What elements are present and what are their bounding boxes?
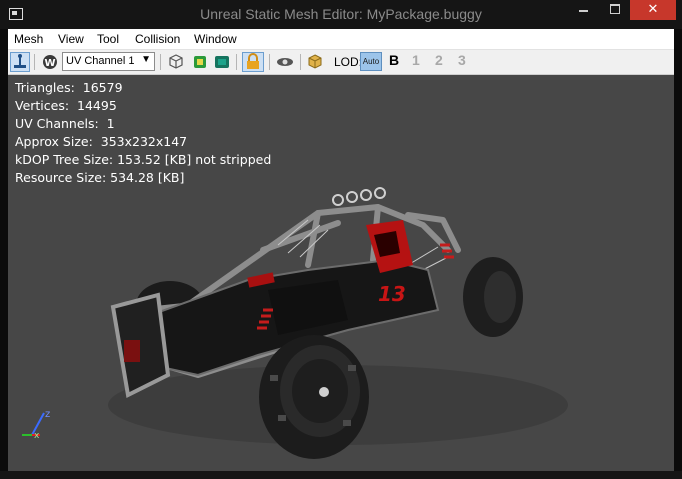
- toolbar-separator: [34, 54, 35, 70]
- stat-kdop-tree: kDOP Tree Size: 153.52 [KB] not stripped: [15, 152, 272, 167]
- toolbar-separator: [269, 54, 270, 70]
- toolbar-separator: [160, 54, 161, 70]
- wireframe-cube-icon[interactable]: [166, 52, 186, 72]
- mesh-stats: Triangles: 16579 Vertices: 14495 UV Chan…: [15, 79, 271, 187]
- number-decal: 13: [378, 282, 406, 306]
- lod-auto-button[interactable]: Auto: [360, 52, 382, 71]
- close-button[interactable]: ✕: [630, 0, 676, 20]
- stat-uv-channels: UV Channels: 1: [15, 116, 115, 131]
- toolbar: W UV Channel 1 ▼ LOD: Auto B 1 2 3: [8, 50, 674, 75]
- toolbar-separator: [236, 54, 237, 70]
- stat-vertices: Vertices: 14495: [15, 98, 117, 113]
- material-cube-icon[interactable]: [305, 52, 325, 72]
- lod-1-button[interactable]: 1: [412, 52, 420, 68]
- lod-2-button[interactable]: 2: [435, 52, 443, 68]
- stat-approx-size: Approx Size: 353x232x147: [15, 134, 188, 149]
- pivot-icon[interactable]: [10, 52, 30, 72]
- taskbar-strip: [0, 471, 682, 479]
- minimize-button[interactable]: [570, 0, 597, 20]
- menu-view[interactable]: View: [58, 32, 84, 46]
- axis-x-label: x: [34, 431, 40, 441]
- menu-collision[interactable]: Collision: [135, 32, 180, 46]
- green-square-icon[interactable]: [190, 52, 210, 72]
- maximize-button[interactable]: [601, 0, 628, 20]
- eye-icon[interactable]: [274, 52, 296, 72]
- lod-label: LOD:: [334, 55, 363, 69]
- uv-channel-select[interactable]: UV Channel 1 ▼: [62, 52, 155, 71]
- lock-icon[interactable]: [242, 52, 264, 72]
- uv-channel-value: UV Channel 1: [66, 55, 135, 67]
- chevron-down-icon: ▼: [141, 54, 151, 65]
- lod-base-button[interactable]: B: [389, 52, 399, 68]
- menu-tool[interactable]: Tool: [97, 32, 119, 46]
- axis-gizmo: z x: [22, 409, 50, 441]
- svg-text:W: W: [44, 58, 55, 69]
- axis-z-label: z: [45, 409, 50, 420]
- viewport[interactable]: 13 Triangles: 16579 Vertices: 14495 UV C…: [8, 75, 674, 471]
- lod-3-button[interactable]: 3: [458, 52, 466, 68]
- uv-view-icon[interactable]: W: [40, 52, 60, 72]
- title-bar: Unreal Static Mesh Editor: MyPackage.bug…: [0, 0, 682, 29]
- stat-triangles: Triangles: 16579: [15, 80, 123, 95]
- toolbar-separator: [300, 54, 301, 70]
- menu-mesh[interactable]: Mesh: [14, 32, 43, 46]
- menu-bar: Mesh View Tool Collision Window: [8, 29, 674, 50]
- menu-window[interactable]: Window: [194, 32, 237, 46]
- stat-resource-size: Resource Size: 534.28 [KB]: [15, 170, 185, 185]
- collision-icon[interactable]: [212, 52, 232, 72]
